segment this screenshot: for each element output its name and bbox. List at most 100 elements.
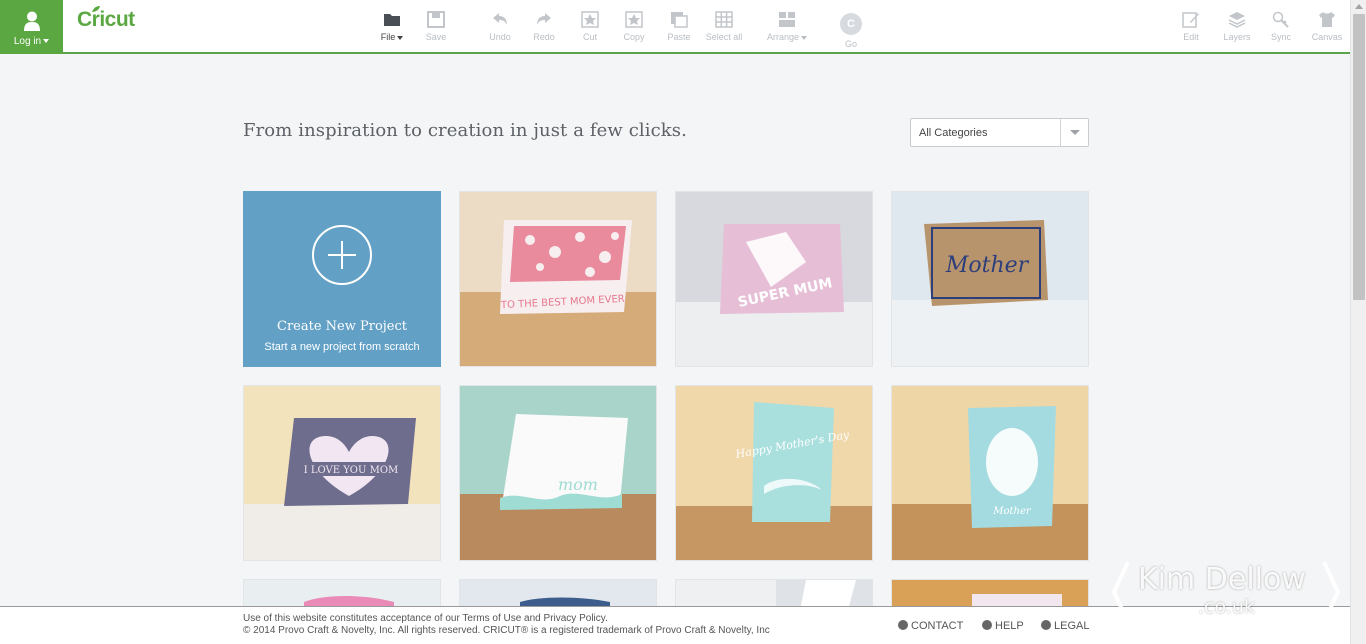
love-you-mom-card-image: I LOVE YOU MOM (244, 386, 440, 560)
project-tile[interactable]: Mother (891, 191, 1089, 367)
cut-label: Cut (582, 32, 597, 42)
cut-button[interactable]: Cut (565, 11, 615, 42)
top-toolbar: Log in Cricut File Save Undo Redo Cut Co… (0, 0, 1350, 54)
project-tile[interactable] (243, 579, 441, 609)
super-mum-card-image: SUPER MUM (676, 192, 872, 366)
chat-icon (898, 620, 908, 630)
pink-card-partial-image (304, 596, 394, 608)
save-icon (427, 11, 445, 28)
white-card-partial-image (776, 580, 872, 608)
select-all-button[interactable]: Select all (699, 11, 749, 42)
chevron-down-icon (801, 35, 808, 40)
contact-link[interactable]: CONTACT (898, 620, 963, 632)
project-tile[interactable]: Mother (891, 385, 1089, 561)
arrange-icon (779, 12, 795, 27)
watermark: Kim Dellow .co.uk (1110, 558, 1345, 628)
project-tile[interactable] (675, 579, 873, 609)
mother-silhouette-card-image: Mother (892, 386, 1088, 560)
undo-icon (493, 13, 507, 25)
edit-label: Edit (1183, 32, 1199, 42)
logo-leaf-icon (92, 6, 100, 12)
project-tile[interactable]: Happy Mother's Day (675, 385, 873, 561)
copy-button[interactable]: Copy (609, 11, 659, 42)
project-tile[interactable]: I LOVE YOU MOM (243, 385, 441, 561)
redo-icon (537, 13, 551, 25)
scroll-up-arrow-icon[interactable] (1355, 4, 1363, 9)
terms-notice: Use of this website constitutes acceptan… (243, 613, 608, 624)
folder-icon (384, 14, 400, 26)
project-tile[interactable] (459, 579, 657, 609)
undo-label: Undo (489, 32, 511, 42)
arrange-label: Arrange (766, 32, 800, 42)
canvas-label: Canvas (1311, 32, 1343, 42)
wood-card-partial-image (972, 594, 1062, 608)
cut-icon (581, 11, 599, 28)
scrollbar-thumb[interactable] (1353, 14, 1365, 300)
help-link[interactable]: HELP (982, 620, 1024, 632)
blue-card-partial-image (520, 597, 610, 608)
plus-icon (312, 225, 372, 285)
vertical-scrollbar[interactable] (1350, 0, 1366, 644)
file-label: File (380, 32, 396, 42)
create-new-project-tile[interactable]: Create New Project Start a new project f… (243, 191, 441, 367)
mother-card-text: Mother (945, 253, 1030, 278)
sync-label: Sync (1270, 32, 1291, 42)
login-label: Log in (13, 36, 42, 47)
chevron-down-icon (1070, 130, 1080, 135)
create-project-subtitle: Start a new project from scratch (264, 341, 420, 353)
project-tile[interactable]: mom (459, 385, 657, 561)
layers-panel-button[interactable]: Layers (1212, 11, 1262, 42)
left-bracket-icon (1111, 561, 1130, 623)
help-icon (982, 620, 992, 630)
category-select-toggle[interactable] (1060, 119, 1088, 146)
user-icon (24, 11, 40, 31)
cricut-logo[interactable]: Cricut (77, 8, 135, 32)
create-project-title: Create New Project (277, 319, 407, 334)
paste-button[interactable]: Paste (654, 11, 704, 42)
paste-icon (671, 12, 688, 28)
happy-mothers-day-card-image: Happy Mother's Day (676, 386, 872, 560)
arrange-menu-button[interactable]: Arrange (762, 11, 812, 42)
canvas-panel-button[interactable]: Canvas (1302, 11, 1352, 42)
file-menu-button[interactable]: File (367, 11, 417, 42)
mom-card-text: mom (558, 475, 598, 494)
canvas-icon (1319, 12, 1335, 27)
contact-label: CONTACT (911, 620, 964, 632)
save-label: Save (425, 32, 447, 42)
login-button[interactable]: Log in (0, 0, 63, 54)
select-all-label: Select all (705, 32, 743, 42)
page-headline: From inspiration to creation in just a f… (243, 120, 687, 141)
save-button[interactable]: Save (411, 11, 461, 42)
watermark-name: Kim Dellow (1138, 562, 1306, 597)
right-bracket-icon (1322, 561, 1341, 623)
project-tile[interactable]: SUPER MUM (675, 191, 873, 367)
project-tile[interactable]: TO THE BEST MOM EVER (459, 191, 657, 367)
redo-button[interactable]: Redo (519, 11, 569, 42)
go-icon: C (840, 13, 862, 35)
go-label: Go (844, 39, 857, 49)
category-select[interactable]: All Categories (910, 118, 1089, 147)
legal-label: LEGAL (1054, 620, 1090, 632)
sync-icon (1272, 11, 1289, 28)
copy-label: Copy (623, 32, 645, 42)
mom-card-image: mom (460, 386, 656, 560)
legal-link[interactable]: LEGAL (1041, 620, 1089, 632)
edit-icon (1182, 12, 1199, 28)
project-tile[interactable] (891, 579, 1089, 609)
chevron-down-icon (43, 39, 50, 44)
undo-button[interactable]: Undo (475, 11, 525, 42)
redo-label: Redo (533, 32, 555, 42)
love-you-mom-card-text: I LOVE YOU MOM (304, 465, 399, 476)
edit-panel-button[interactable]: Edit (1166, 11, 1216, 42)
chevron-down-icon (397, 35, 404, 40)
go-button[interactable]: C Go (826, 12, 876, 49)
gear-icon (1041, 620, 1051, 630)
copy-icon (625, 11, 643, 28)
sync-panel-button[interactable]: Sync (1256, 11, 1306, 42)
paste-label: Paste (667, 32, 691, 42)
copyright-notice: © 2014 Provo Craft & Novelty, Inc. All r… (243, 625, 770, 636)
best-mom-card-image: TO THE BEST MOM EVER (460, 192, 656, 366)
help-label: HELP (995, 620, 1024, 632)
watermark-domain: .co.uk (1198, 596, 1255, 618)
category-select-value: All Categories (919, 127, 988, 139)
